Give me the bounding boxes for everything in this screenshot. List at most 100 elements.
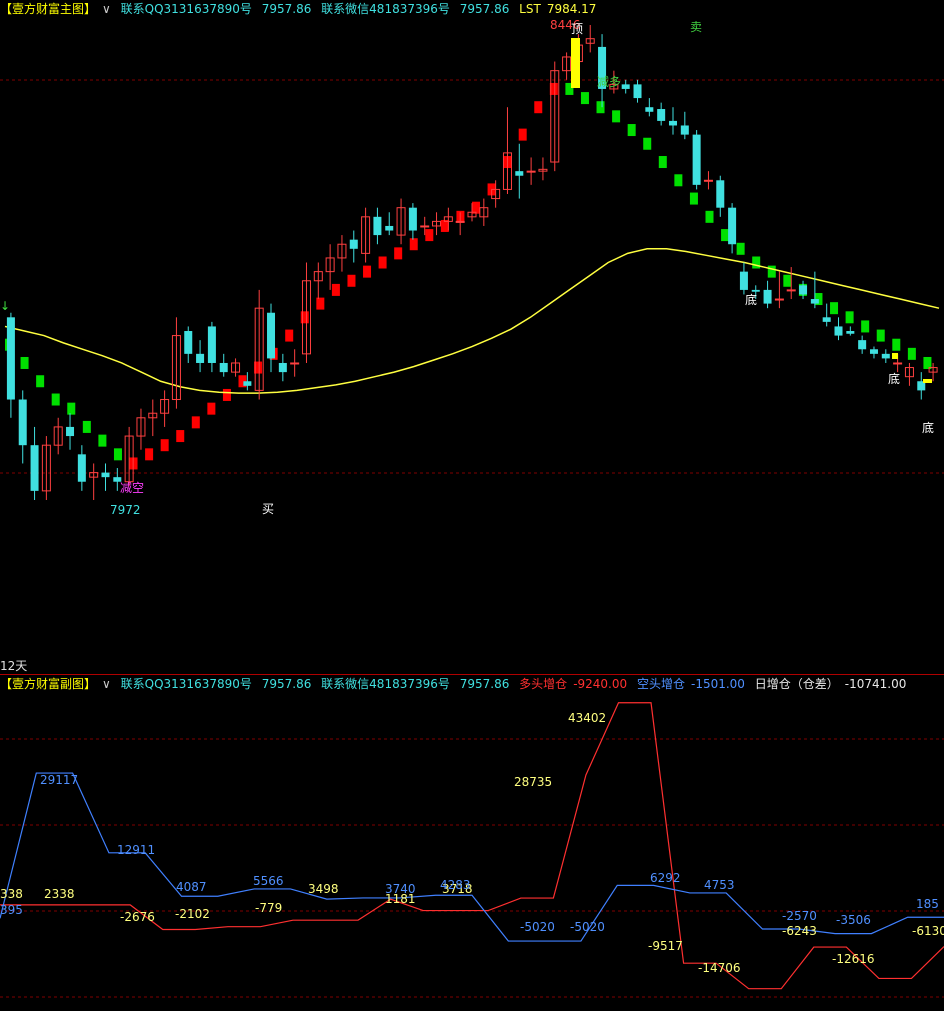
data-value-label: -14706	[698, 961, 741, 975]
signal-annotation: 底	[922, 420, 934, 435]
candle-body	[373, 216, 382, 236]
sub-chart-title[interactable]: 【壹方财富副图】	[0, 677, 96, 691]
trend-block	[145, 448, 154, 461]
short-value: -1501.00	[690, 677, 745, 691]
recent-candle-highlight	[923, 379, 932, 383]
trend-block	[285, 329, 294, 342]
candle-body	[858, 340, 867, 350]
data-value-label: 4753	[704, 878, 735, 892]
trend-block	[876, 329, 885, 342]
trend-block	[378, 256, 387, 269]
trend-block	[191, 416, 200, 429]
main-contact-qq: 联系QQ3131637890号	[120, 2, 252, 16]
sub-qq-value: 7957.86	[261, 677, 312, 691]
candle-body	[219, 362, 228, 373]
candle-body	[893, 362, 903, 365]
trend-block	[845, 311, 854, 324]
candle-body	[621, 84, 630, 89]
price-label-low: 7972	[110, 503, 141, 517]
candle-body	[834, 326, 843, 336]
candle-body	[290, 362, 300, 365]
sub-contact-wx: 联系微信481837396号	[321, 677, 450, 691]
trend-block	[409, 238, 418, 251]
lst-value: 7984.17	[546, 2, 597, 16]
candle-body	[267, 312, 276, 359]
trend-block	[222, 388, 231, 401]
main-chart-title[interactable]: 【壹方财富主图】	[0, 2, 96, 16]
trend-block	[596, 101, 605, 114]
trend-block	[425, 229, 434, 242]
data-value-label: 3498	[308, 882, 339, 896]
data-value-label: 43402	[568, 711, 606, 725]
candle-body	[774, 298, 784, 301]
candle-body	[799, 285, 808, 295]
trend-block	[316, 297, 325, 310]
diff-value: -10741.00	[844, 677, 907, 691]
candle-body	[846, 331, 855, 334]
data-value-label: -12616	[832, 952, 875, 966]
chevron-down-icon[interactable]: ∨	[102, 675, 111, 693]
short-label: 空头增仓	[636, 677, 685, 691]
trend-block	[300, 311, 309, 324]
trend-block	[721, 229, 730, 242]
candle-body	[657, 109, 666, 121]
candle-body	[18, 399, 27, 446]
trend-block	[347, 274, 356, 287]
data-value-label: 12911	[117, 843, 155, 857]
data-value-label: 6292	[650, 871, 681, 885]
trend-block	[907, 347, 916, 360]
trend-block	[658, 156, 667, 169]
candle-body	[645, 107, 654, 112]
data-value-label: 5566	[253, 874, 284, 888]
trend-block	[861, 320, 870, 333]
candle-body	[869, 349, 878, 354]
arrow-down-icon: ↓	[0, 299, 10, 313]
candle-body	[881, 353, 890, 359]
candle-body	[30, 445, 39, 491]
data-value-label: 2338	[44, 887, 75, 901]
candle-body	[763, 289, 772, 304]
long-value: -9240.00	[573, 677, 628, 691]
signal-annotation: 减多	[597, 75, 621, 89]
candle-body	[526, 170, 536, 173]
trend-block	[643, 137, 652, 150]
candle-body	[751, 289, 760, 292]
candle-body	[716, 180, 725, 208]
candle-body	[6, 317, 15, 400]
signal-annotation: 卖	[690, 20, 702, 34]
trend-block	[176, 430, 185, 443]
main-qq-value: 7957.86	[261, 2, 312, 16]
candle-body	[420, 225, 430, 228]
candle-body	[810, 299, 819, 304]
main-contact-wx: 联系微信481837396号	[321, 2, 450, 16]
ma-line	[4, 248, 940, 394]
sub-wx-value: 7957.86	[459, 677, 510, 691]
bottom-candle-highlight	[892, 353, 898, 359]
trend-block	[892, 338, 901, 351]
data-value-label: 3740	[385, 882, 416, 896]
trend-block	[705, 210, 714, 223]
data-value-label: -6243	[782, 924, 817, 938]
candle-body	[349, 239, 358, 249]
data-value-label: 395	[0, 903, 23, 917]
trend-block	[783, 274, 792, 287]
chart-canvas: 84467972顶 卖减多减空买底底底↓338 2338-2676 -2102 -779…	[0, 18, 944, 998]
trend-block	[830, 302, 839, 315]
data-value-label: 4283	[440, 878, 471, 892]
trend-block	[331, 283, 340, 296]
candle-body	[633, 84, 642, 99]
sub-chart-header: 【壹方财富副图】 ∨ 联系QQ3131637890号 7957.86 联系微信48…	[0, 675, 912, 693]
data-value-label: -2102	[175, 907, 210, 921]
trend-block	[67, 402, 76, 415]
trend-block	[627, 124, 636, 137]
chevron-down-icon[interactable]: ∨	[102, 0, 111, 18]
candle-body	[786, 289, 796, 292]
signal-annotation: 底	[888, 371, 900, 386]
trend-block	[674, 174, 683, 187]
main-chart-header: 【壹方财富主图】 ∨ 联系QQ3131637890号 7957.86 联系微信48…	[0, 0, 602, 18]
candle-body	[515, 171, 524, 176]
main-wx-value: 7957.86	[459, 2, 510, 16]
trend-block	[363, 265, 372, 278]
data-value-label: 4087	[176, 880, 207, 894]
candle-body	[692, 134, 701, 185]
